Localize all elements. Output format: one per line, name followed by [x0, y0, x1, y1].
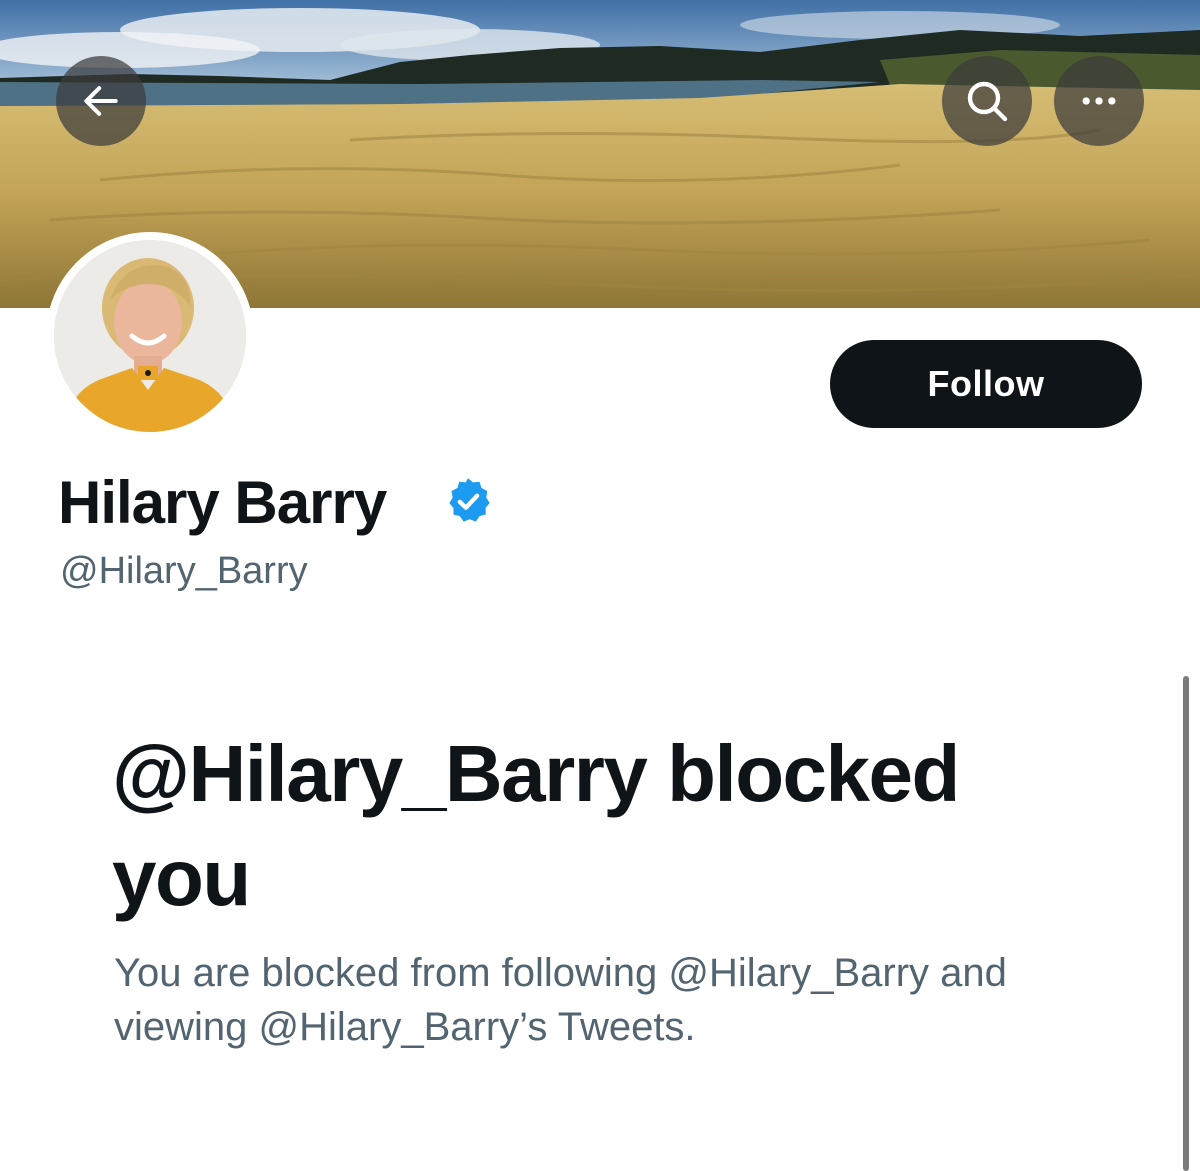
user-handle: @Hilary_Barry [60, 550, 308, 592]
blocked-message: You are blocked from following @Hilary_B… [114, 951, 1007, 1049]
back-button[interactable] [56, 56, 146, 146]
search-icon [967, 81, 1008, 122]
more-options-button[interactable] [1054, 56, 1144, 146]
more-horizontal-icon [1082, 97, 1116, 105]
follow-button[interactable]: Follow [830, 340, 1142, 428]
arrow-left-icon [84, 86, 118, 116]
search-button[interactable] [942, 56, 1032, 146]
display-name: Hilary Barry [58, 469, 387, 536]
blocked-title: @Hilary_Barry blocked you [112, 729, 960, 922]
profile-photo [54, 240, 246, 432]
avatar[interactable] [54, 240, 246, 432]
scrollbar[interactable] [1183, 676, 1189, 1171]
verified-badge-icon [449, 478, 490, 522]
